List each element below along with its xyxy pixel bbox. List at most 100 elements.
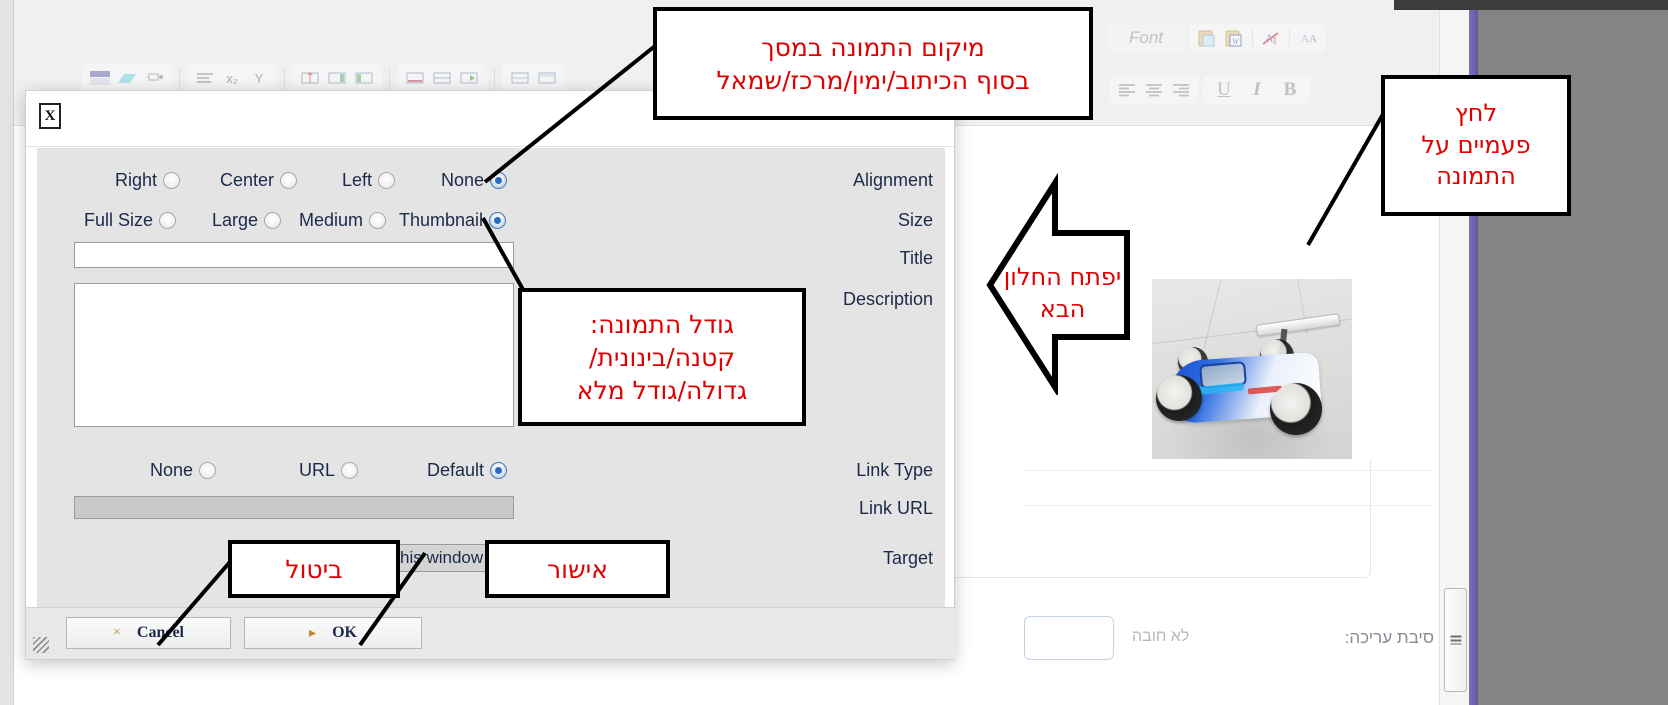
- edit-reason-input[interactable]: [1024, 616, 1114, 660]
- car-wheel-front-left: [1156, 375, 1202, 421]
- car-wheel-rear-left: [1270, 383, 1322, 435]
- link-url-input[interactable]: [74, 496, 514, 519]
- scrollbar-thumb[interactable]: [1444, 588, 1467, 692]
- leader-line-position: [483, 40, 662, 184]
- radio-icon[interactable]: [341, 462, 359, 479]
- image-size-note-line-3: גדולה/גודל מלא: [576, 375, 748, 405]
- image-size-note-line-1: גודל התמונה:: [589, 309, 735, 339]
- content-divider: [1024, 470, 1434, 471]
- ok-note: אישור: [485, 540, 670, 598]
- table-row-delete-icon[interactable]: [403, 67, 427, 89]
- alignment-option-left[interactable]: Left: [342, 170, 396, 191]
- toolbar-separator: [1289, 29, 1291, 47]
- size-label: Size: [897, 210, 933, 230]
- size-option-large-label: Large: [212, 210, 259, 230]
- toolbar-separator: [179, 69, 180, 87]
- radio-icon[interactable]: [490, 462, 508, 479]
- size-option-large[interactable]: Large: [212, 210, 282, 231]
- paste-plain-icon[interactable]: [1195, 27, 1219, 49]
- alignment-option-right[interactable]: Right: [115, 170, 181, 191]
- table-icon[interactable]: [88, 67, 112, 89]
- link-type-option-url[interactable]: URL: [299, 460, 359, 481]
- close-x-icon: ×: [112, 625, 121, 640]
- content-divider: [1024, 505, 1434, 506]
- svg-text:A: A: [1301, 33, 1309, 45]
- radio-icon[interactable]: [159, 212, 177, 229]
- next-window-arrow-note: יפתח החלון הבא: [995, 253, 1130, 333]
- alignment-option-left-label: Left: [342, 170, 373, 190]
- image-size-note-line-2: קטנה/בינונית/: [588, 342, 736, 372]
- link-type-label: Link Type: [856, 460, 933, 480]
- link-url-label: Link URL: [858, 498, 933, 518]
- image-position-note: מיקום התמונה במסך בסוף הכיתוב/ימין/מרכז/…: [653, 7, 1093, 120]
- double-click-note-line-2: פעמיים על: [1421, 130, 1531, 159]
- table-row-insert-icon[interactable]: [430, 67, 454, 89]
- window-top-bar: [1394, 0, 1668, 10]
- alignment-option-center-label: Center: [220, 170, 275, 190]
- next-window-note-line-2: הבא: [1039, 295, 1086, 323]
- alignment-option-center[interactable]: Center: [220, 170, 298, 191]
- car-rear-wing: [1255, 313, 1341, 337]
- edit-reason-label: סיבת עריכה:: [1344, 628, 1434, 647]
- toolbar-separator: [1252, 29, 1254, 47]
- paste-word-icon[interactable]: W: [1222, 27, 1246, 49]
- table-column-left-icon[interactable]: [352, 67, 376, 89]
- table-column-right-icon[interactable]: [325, 67, 349, 89]
- font-dropdown[interactable]: Font: [1107, 23, 1186, 53]
- format-painter-icon[interactable]: AA: [1296, 27, 1320, 49]
- radio-icon[interactable]: [163, 172, 181, 189]
- toolbar-separator: [284, 69, 285, 87]
- link-type-option-none[interactable]: None: [150, 460, 217, 481]
- image-position-note-line-1: מיקום התמונה במסך: [761, 32, 985, 62]
- size-option-medium[interactable]: Medium: [299, 210, 387, 231]
- double-click-note-line-3: התמונה: [1436, 162, 1516, 191]
- shape-icon[interactable]: [115, 67, 139, 89]
- ok-note-line-1: אישור: [547, 554, 608, 584]
- superscript-icon[interactable]: Y: [247, 67, 271, 89]
- italic-button[interactable]: I: [1242, 79, 1272, 101]
- radio-icon[interactable]: [369, 212, 387, 229]
- next-window-note-line-1: יפתח החלון: [1003, 262, 1122, 291]
- link-type-option-url-label: URL: [299, 460, 336, 480]
- resize-grip-icon[interactable]: [33, 637, 49, 653]
- align-left-icon[interactable]: [1115, 79, 1139, 101]
- left-gutter: [0, 0, 14, 705]
- inserted-image-thumbnail[interactable]: [1152, 279, 1352, 459]
- radio-icon[interactable]: [280, 172, 298, 189]
- radio-icon[interactable]: [264, 212, 282, 229]
- target-label: Target: [882, 548, 933, 568]
- anchor-icon[interactable]: [142, 67, 166, 89]
- toolbar-group-text[interactable]: x₂ Y: [187, 64, 277, 92]
- remove-format-icon[interactable]: A1: [1259, 27, 1283, 49]
- radio-icon[interactable]: [199, 462, 217, 479]
- toolbar-row-1-right: Font W A1 AA: [1107, 18, 1327, 58]
- link-type-option-default[interactable]: Default: [427, 460, 508, 481]
- close-icon[interactable]: X: [39, 103, 61, 129]
- subscript-icon[interactable]: x₂: [220, 67, 244, 89]
- link-type-option-none-label: None: [150, 460, 194, 480]
- edit-reason-hint: לא חובה: [1132, 628, 1190, 645]
- description-textarea[interactable]: [74, 283, 514, 427]
- svg-text:A: A: [1309, 33, 1317, 45]
- title-label: Title: [899, 248, 933, 268]
- alignment-option-right-label: Right: [115, 170, 158, 190]
- toolbar-group-clipboard[interactable]: W A1 AA: [1189, 24, 1327, 52]
- toolbar-group-insert[interactable]: [82, 64, 172, 92]
- size-option-full[interactable]: Full Size: [84, 210, 177, 231]
- align-right-icon[interactable]: [1169, 79, 1193, 101]
- table-insert-icon[interactable]: [298, 67, 322, 89]
- scrollbar-grip-icon: [1450, 635, 1461, 645]
- cancel-note: ביטול: [228, 540, 400, 598]
- underline-button[interactable]: U: [1209, 79, 1239, 101]
- image-size-note: גודל התמונה: קטנה/בינונית/ גדולה/גודל מל…: [518, 288, 806, 426]
- radio-icon[interactable]: [378, 172, 396, 189]
- double-click-note-line-1: לחץ: [1454, 98, 1498, 127]
- toolbar-group-alignment[interactable]: [1109, 76, 1199, 104]
- screenshot-root: x₂ Y Font W A 1 A A U I B סיבת עריכה: לא…: [0, 0, 1668, 705]
- size-option-full-label: Full Size: [84, 210, 154, 230]
- toolbar-group-table-a[interactable]: [292, 64, 382, 92]
- list-icon[interactable]: [193, 67, 217, 89]
- align-center-icon[interactable]: [1142, 79, 1166, 101]
- title-input[interactable]: [74, 242, 514, 268]
- play-triangle-icon: ▸: [309, 625, 317, 641]
